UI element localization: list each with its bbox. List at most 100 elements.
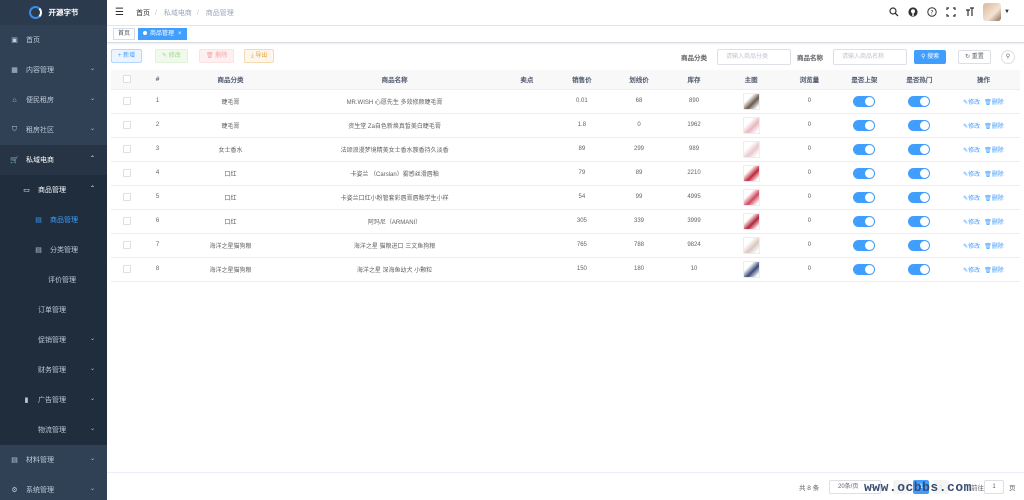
goto-page-input[interactable]: 1 [984, 480, 1004, 494]
row-checkbox[interactable] [122, 145, 131, 153]
on-sale-toggle[interactable] [853, 95, 876, 107]
sidebar-item-9[interactable]: 订单管理 [0, 295, 107, 325]
sidebar-item-13[interactable]: 物流管理 ⌄ [0, 415, 107, 445]
table-row[interactable]: 1 睫毛膏 MR.WISH 心愿先生 多效修颜睫毛膏 0.01 68 890 0 ✎修改 🗑删除 [111, 89, 1020, 114]
edit-link[interactable]: ✎修改 [963, 196, 980, 202]
product-thumbnail[interactable] [742, 164, 760, 182]
edit-link[interactable]: ✎修改 [963, 124, 980, 130]
select-all-checkbox[interactable] [122, 75, 131, 84]
github-icon[interactable] [907, 6, 919, 18]
table-row[interactable]: 2 睫毛膏 资生堂 Za自色新焕真皙美白睫毛膏 1.8 0 1962 0 ✎修改 🗑删除 [111, 113, 1020, 138]
edit-link[interactable]: ✎修改 [963, 100, 980, 106]
delete-link[interactable]: 🗑删除 [984, 172, 1004, 178]
row-views: 0 [781, 233, 837, 258]
hot-toggle[interactable] [908, 191, 931, 203]
delete-link[interactable]: 🗑删除 [984, 148, 1004, 154]
sidebar-item-3[interactable]: ⛉ 租房社区 ⌄ [0, 115, 107, 145]
table-row[interactable]: 5 口红 卡姿兰口红小粉管套彩唇膏唇釉学生小样 54 99 4995 0 ✎修改 🗑删除 [111, 185, 1020, 210]
hot-toggle[interactable] [908, 167, 931, 179]
on-sale-toggle[interactable] [853, 263, 876, 275]
edit-link[interactable]: ✎修改 [963, 268, 980, 274]
edit-link[interactable]: ✎修改 [963, 172, 980, 178]
name-input[interactable]: 请输入商品名称 [833, 49, 907, 65]
fullscreen-icon[interactable] [945, 6, 957, 18]
hot-toggle[interactable] [908, 263, 931, 275]
on-sale-toggle[interactable] [853, 119, 876, 131]
sidebar-item-6[interactable]: ▤ 商品管理 [0, 205, 107, 235]
sidebar-item-14[interactable]: ▤ 材料管理 ⌄ [0, 445, 107, 475]
edit-button[interactable]: ✎ 修改 [155, 49, 188, 63]
hamburger-icon[interactable]: ☰ [115, 7, 124, 18]
avatar[interactable] [983, 3, 1002, 21]
sidebar-item-7[interactable]: ▤ 分类管理 [0, 235, 107, 265]
hot-toggle[interactable] [908, 215, 931, 227]
sidebar-item-0[interactable]: ▣ 首页 [0, 25, 107, 55]
table-row[interactable]: 7 海洋之星猫狗粮 海洋之星 猫粮进口 三文鱼狗粮 765 788 9824 0 ✎修改 🗑删除 [111, 233, 1020, 258]
breadcrumb-item-home[interactable]: 首页 [136, 10, 150, 17]
close-icon[interactable]: × [178, 31, 182, 37]
delete-link[interactable]: 🗑删除 [984, 196, 1004, 202]
sidebar-item-1[interactable]: ▦ 内容管理 ⌄ [0, 55, 107, 85]
product-thumbnail[interactable] [742, 116, 760, 134]
delete-link[interactable]: 🗑删除 [984, 244, 1004, 250]
add-button[interactable]: + 新增 [111, 49, 143, 63]
product-thumbnail[interactable] [742, 188, 760, 206]
delete-link[interactable]: 🗑删除 [984, 220, 1004, 226]
search-icon[interactable] [888, 6, 900, 18]
row-checkbox[interactable] [122, 265, 131, 273]
sidebar-item-10[interactable]: 促销管理 ⌄ [0, 325, 107, 355]
caret-down-icon[interactable]: ▼ [1004, 9, 1010, 15]
edit-link[interactable]: ✎修改 [963, 220, 980, 226]
product-thumbnail[interactable] [742, 212, 760, 230]
on-sale-toggle[interactable] [853, 167, 876, 179]
row-checkbox[interactable] [122, 193, 131, 201]
sidebar-item-15[interactable]: ⚙ 系统管理 ⌄ [0, 475, 107, 500]
product-thumbnail[interactable] [742, 236, 760, 254]
edit-link[interactable]: ✎修改 [963, 244, 980, 250]
sidebar-item-8[interactable]: 评价管理 [0, 265, 107, 295]
table-row[interactable]: 3 女士香水 法颂浪漫梦境精美女士香水簇香持久淡香 89 299 989 0 ✎修改 🗑删除 [111, 137, 1020, 162]
row-checkbox[interactable] [122, 121, 131, 129]
font-size-icon[interactable] [964, 6, 976, 18]
sidebar-item-11[interactable]: 财务管理 ⌄ [0, 355, 107, 385]
search-button[interactable]: ⚲ 搜索 [914, 50, 947, 64]
row-checkbox[interactable] [122, 217, 131, 225]
row-checkbox[interactable] [122, 97, 131, 105]
row-checkbox[interactable] [122, 169, 131, 177]
on-sale-toggle[interactable] [853, 239, 876, 251]
reset-button[interactable]: ↻ 重置 [958, 50, 991, 64]
delete-link[interactable]: 🗑删除 [984, 268, 1004, 274]
product-thumbnail[interactable] [742, 92, 760, 110]
sidebar-item-4[interactable]: 🛒 私域电商 ⌃ [0, 145, 107, 175]
on-sale-toggle[interactable] [853, 215, 876, 227]
sidebar-item-12[interactable]: ▮ 广告管理 ⌄ [0, 385, 107, 415]
product-thumbnail[interactable] [742, 140, 760, 158]
edit-link[interactable]: ✎修改 [963, 148, 980, 154]
tag-home[interactable]: 首页 [113, 28, 136, 40]
on-sale-toggle[interactable] [853, 143, 876, 155]
row-checkbox[interactable] [122, 241, 131, 249]
tag-product-management[interactable]: 商品管理 × [138, 28, 187, 40]
hot-toggle[interactable] [908, 95, 931, 107]
export-button[interactable]: ⤓ 导出 [244, 49, 275, 63]
on-sale-toggle[interactable] [853, 191, 876, 203]
hot-toggle[interactable] [908, 239, 931, 251]
category-input[interactable]: 请输入商品分类 [717, 49, 791, 65]
hot-toggle[interactable] [908, 143, 931, 155]
sidebar-item-5[interactable]: ▭ 商品管理 ⌃ [0, 175, 107, 205]
toggle-search-icon[interactable]: ⚲ [1001, 50, 1015, 64]
table-row[interactable]: 4 口红 卡姿兰 （Carslan）雾感丝滑唇釉 79 89 2210 0 ✎修改 🗑删除 [111, 161, 1020, 186]
table-row[interactable]: 6 口红 阿玛尼（ARMANI） 305 339 3999 0 ✎修改 🗑删除 [111, 209, 1020, 234]
row-image-cell [720, 89, 782, 114]
help-icon[interactable]: ? [926, 6, 938, 18]
hot-toggle[interactable] [908, 119, 931, 131]
delete-button[interactable]: 🗑 删除 [199, 49, 235, 63]
table-row[interactable]: 8 海洋之星猫狗粮 海洋之星 深海鱼幼犬 小颗粒 150 180 10 0 ✎修改 🗑删除 [111, 257, 1020, 282]
row-index: 8 [142, 257, 173, 282]
delete-link[interactable]: 🗑删除 [984, 100, 1004, 106]
sidebar-item-2[interactable]: ⌂ 便民租房 ⌄ [0, 85, 107, 115]
app-logo[interactable]: 开源字节 [0, 0, 107, 25]
delete-link[interactable]: 🗑删除 [984, 124, 1004, 130]
product-thumbnail[interactable] [742, 260, 760, 278]
row-hot [891, 185, 947, 210]
